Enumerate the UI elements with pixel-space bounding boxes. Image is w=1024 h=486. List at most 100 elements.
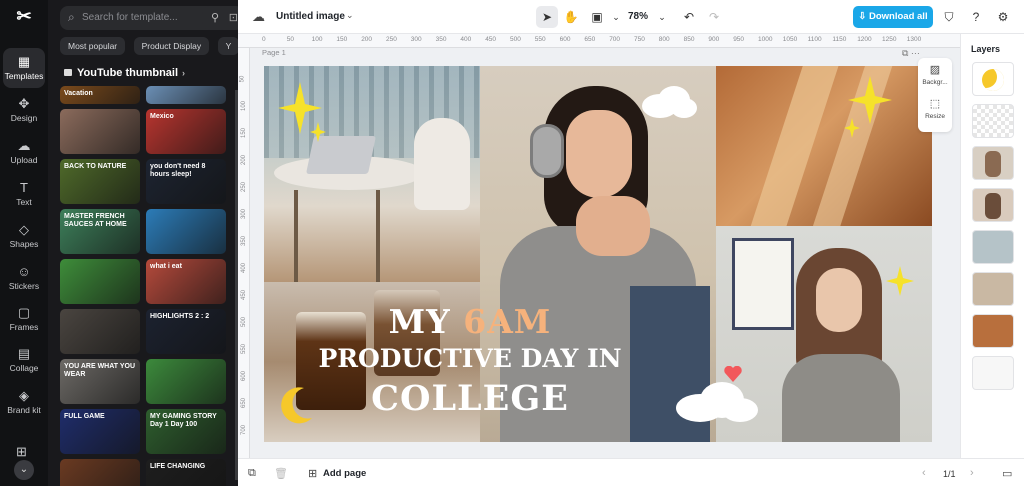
category-header[interactable]: YouTube thumbnail › bbox=[64, 67, 185, 79]
rail-templates[interactable]: ▦ Templates bbox=[3, 48, 45, 88]
redo-icon[interactable]: ↷ bbox=[703, 6, 725, 28]
image-search-icon[interactable]: ⊡ bbox=[229, 11, 238, 24]
template-thumbnail[interactable] bbox=[60, 459, 140, 486]
chevron-down-icon[interactable]: ⌄ bbox=[14, 460, 34, 480]
template-thumbnail[interactable]: Vacation bbox=[60, 86, 140, 104]
ruler-tick: 450 bbox=[485, 36, 497, 43]
rail-stickers[interactable]: ☺ Stickers bbox=[3, 258, 45, 298]
template-thumbnail[interactable]: LIFE CHANGING bbox=[146, 459, 226, 486]
trash-icon[interactable]: 🗑 bbox=[274, 467, 288, 480]
rail-shapes[interactable]: ◇ Shapes bbox=[3, 216, 45, 256]
template-thumbnail[interactable] bbox=[146, 359, 226, 404]
background-tool[interactable]: ▨ Backgr... bbox=[918, 58, 952, 92]
shield-icon[interactable]: ⛉ bbox=[938, 6, 960, 28]
cloud-icon[interactable]: ☁ bbox=[252, 9, 265, 25]
layer-photo-3[interactable] bbox=[972, 230, 1014, 264]
bottom-bar: ⧉ 🗑 ⊞ Add page ‹ 1/1 › ▭ bbox=[238, 458, 1024, 486]
zoom-level[interactable]: 78% bbox=[628, 11, 648, 22]
rail-brand-kit[interactable]: ◈ Brand kit bbox=[3, 382, 45, 426]
template-thumbnail[interactable]: YOU ARE WHAT YOU WEAR bbox=[60, 359, 140, 404]
resize-tool[interactable]: ⬚ Resize bbox=[918, 92, 952, 126]
next-page-icon[interactable]: › bbox=[970, 467, 974, 479]
ruler-tick: 700 bbox=[609, 36, 621, 43]
capcut-logo-icon[interactable]: ✂ bbox=[13, 6, 35, 28]
chevron-down-icon[interactable]: ⌄ bbox=[605, 6, 627, 28]
template-thumbnail[interactable] bbox=[60, 109, 140, 154]
title-line-3[interactable]: COLLEGE bbox=[264, 378, 676, 419]
layer-moon[interactable] bbox=[972, 62, 1014, 96]
layer-transparent[interactable] bbox=[972, 104, 1014, 138]
ruler-tick: 100 bbox=[241, 100, 248, 112]
rail-text[interactable]: T Text bbox=[3, 174, 45, 214]
layer-photo-2[interactable] bbox=[972, 188, 1014, 222]
layer-photo-4[interactable] bbox=[972, 272, 1014, 306]
add-page-icon[interactable]: ⊞ bbox=[308, 467, 317, 480]
title-line-2[interactable]: PRODUCTIVE DAY IN bbox=[264, 344, 676, 373]
design-canvas[interactable]: MY 6AM PRODUCTIVE DAY IN COLLEGE bbox=[264, 66, 932, 442]
heart-icon bbox=[724, 366, 742, 382]
search-input[interactable]: Search for template... bbox=[82, 12, 178, 23]
chip-product-display[interactable]: Product Display bbox=[133, 37, 210, 55]
template-thumbnail[interactable]: Mexico bbox=[146, 109, 226, 154]
rail-label: Templates bbox=[4, 71, 44, 81]
template-thumbnail[interactable]: you don't need 8 hours sleep! bbox=[146, 159, 226, 204]
template-thumbnail[interactable]: HIGHLIGHTS 2 : 2 bbox=[146, 309, 226, 354]
ruler-tick: 1300 bbox=[906, 36, 922, 43]
rail-collage[interactable]: ▤ Collage bbox=[3, 340, 45, 380]
hand-tool-icon[interactable]: ✋ bbox=[560, 6, 582, 28]
help-icon[interactable]: ? bbox=[965, 6, 987, 28]
resize-icon: ⬚ bbox=[929, 98, 941, 110]
rail-label: Frames bbox=[9, 322, 39, 332]
apps-grid-icon[interactable]: ⊞ bbox=[16, 444, 32, 459]
duplicate-page-icon[interactable]: ⧉ bbox=[248, 467, 256, 480]
template-thumbnail-text: MY GAMING STORY Day 1 Day 100 bbox=[150, 413, 217, 428]
ruler-tick: 700 bbox=[241, 424, 248, 436]
rail-upload[interactable]: ☁ Upload bbox=[3, 132, 45, 172]
rail-design[interactable]: ✥ Design bbox=[3, 90, 45, 130]
cloud-icon bbox=[676, 382, 758, 422]
chevron-down-icon[interactable]: ⌄ bbox=[346, 10, 354, 21]
template-thumbnail-text: Mexico bbox=[150, 113, 174, 120]
template-thumbnail[interactable] bbox=[60, 259, 140, 304]
ruler-tick: 550 bbox=[534, 36, 546, 43]
settings-icon[interactable]: ⚙ bbox=[992, 6, 1014, 28]
title-line-1[interactable]: MY 6AM bbox=[264, 302, 676, 341]
ruler-tick: 600 bbox=[241, 370, 248, 382]
ruler-tick: 500 bbox=[510, 36, 521, 43]
template-thumbnail[interactable] bbox=[146, 86, 226, 104]
layer-background[interactable] bbox=[972, 356, 1014, 390]
rail-label: Text bbox=[16, 197, 32, 207]
template-thumbnail-text: Vacation bbox=[64, 90, 93, 97]
template-thumbnail-text: HIGHLIGHTS 2 : 2 bbox=[150, 313, 210, 320]
chip-next[interactable]: Y bbox=[217, 37, 238, 55]
template-thumbnail[interactable]: MY GAMING STORY Day 1 Day 100 bbox=[146, 409, 226, 454]
ruler-tick: 50 bbox=[286, 36, 295, 43]
photo-wall-shadows[interactable] bbox=[716, 66, 932, 226]
template-thumbnail[interactable]: what i eat bbox=[146, 259, 226, 304]
filter-icon[interactable]: ⚲ bbox=[202, 6, 228, 30]
template-thumbnail[interactable] bbox=[60, 309, 140, 354]
layer-photo-5[interactable] bbox=[972, 314, 1014, 348]
prev-page-icon[interactable]: ‹ bbox=[922, 467, 926, 479]
template-thumbnail-text: what i eat bbox=[150, 263, 182, 270]
chevron-down-icon[interactable]: ⌄ bbox=[651, 6, 673, 28]
upload-icon: ☁ bbox=[17, 138, 31, 153]
template-thumbnail[interactable] bbox=[146, 209, 226, 254]
fullscreen-icon[interactable]: ▭ bbox=[1002, 467, 1012, 480]
rail-frames[interactable]: ▢ Frames bbox=[3, 299, 45, 339]
template-thumbnail[interactable]: MASTER FRENCH SAUCES AT HOME bbox=[60, 209, 140, 254]
layer-photo-1[interactable] bbox=[972, 146, 1014, 180]
undo-icon[interactable]: ↶ bbox=[678, 6, 700, 28]
select-tool-icon[interactable]: ➤ bbox=[536, 6, 558, 28]
template-panel: ⌕ Search for template... ⊡ Most popular … bbox=[48, 0, 238, 486]
collage-icon: ▤ bbox=[17, 346, 31, 361]
background-icon: ▨ bbox=[929, 64, 941, 76]
add-page-button[interactable]: Add page bbox=[323, 468, 366, 479]
download-all-button[interactable]: ⇩ Download all bbox=[853, 6, 933, 28]
document-title[interactable]: Untitled image bbox=[276, 11, 345, 22]
ruler-tick: 450 bbox=[241, 289, 248, 301]
ruler-tick: 800 bbox=[658, 36, 670, 43]
template-thumbnail[interactable]: FULL GAME bbox=[60, 409, 140, 454]
chip-most-popular[interactable]: Most popular bbox=[60, 37, 126, 55]
template-thumbnail[interactable]: BACK TO NATURE bbox=[60, 159, 140, 204]
